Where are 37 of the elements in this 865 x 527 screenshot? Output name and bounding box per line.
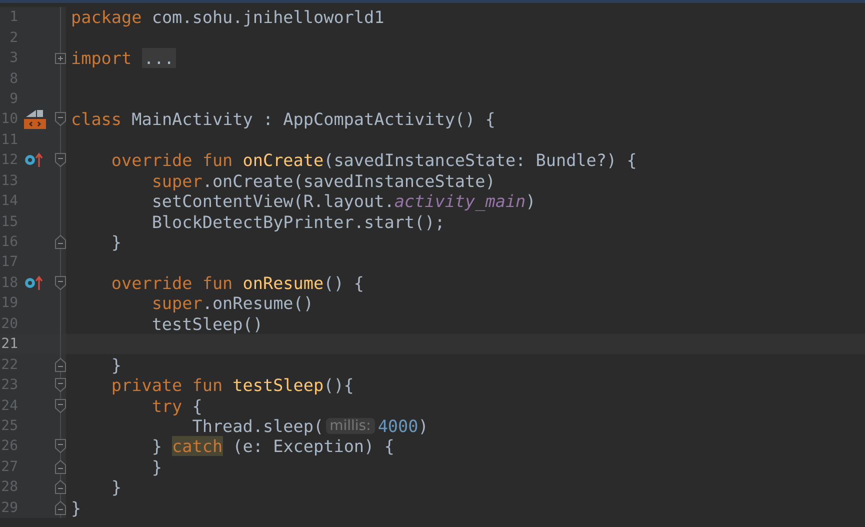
parameter-hint: millis: [326,418,375,434]
code-line: package com.sohu.jnihelloworld1 [71,7,384,28]
code-line: BlockDetectByPrinter.start(); [150,212,445,232]
fold-icon[interactable] [55,460,66,474]
fold-icon[interactable] [55,398,66,413]
fold-icon[interactable] [55,500,66,515]
fold-icon[interactable] [55,480,66,494]
fold-icon[interactable] [55,153,66,168]
layout-file-icon[interactable] [24,109,46,130]
code-line: } [110,477,122,498]
code-line: import ... [71,48,176,68]
code-line: } [110,354,122,375]
code-line: try { [150,396,202,416]
line-number: 21 [0,336,18,352]
override-icon[interactable] [24,152,44,168]
code-line: override fun onCreate(savedInstanceState: Bundle?) { [110,150,637,170]
code-line: private fun testSleep(){ [110,375,354,396]
code-line: } [110,232,122,252]
code-line: override fun onResume() { [110,272,364,293]
expand-icon[interactable] [55,52,66,64]
code-line: super.onResume() [150,293,314,314]
code-line: setContentView(R.layout.activity_main) [150,191,536,212]
code-line: testSleep() [150,314,263,334]
code-text: Thread.sleep( [191,416,324,436]
fold-icon[interactable] [55,439,66,454]
fold-icon[interactable] [55,358,66,372]
fold-icon[interactable] [55,235,66,250]
code-line: class MainActivity : AppCompatActivity() { [71,109,496,130]
code-line: super.onCreate(savedInstanceState) [150,170,496,191]
fold-icon[interactable] [55,378,66,392]
code-text: 4000) [378,416,428,436]
fold-icon[interactable] [55,112,66,126]
override-icon[interactable] [24,274,44,291]
code-line: } catch (e: Exception) { [150,436,394,456]
code-line: } [150,456,162,477]
code-line: } [71,498,82,518]
fold-icon[interactable] [55,276,66,290]
